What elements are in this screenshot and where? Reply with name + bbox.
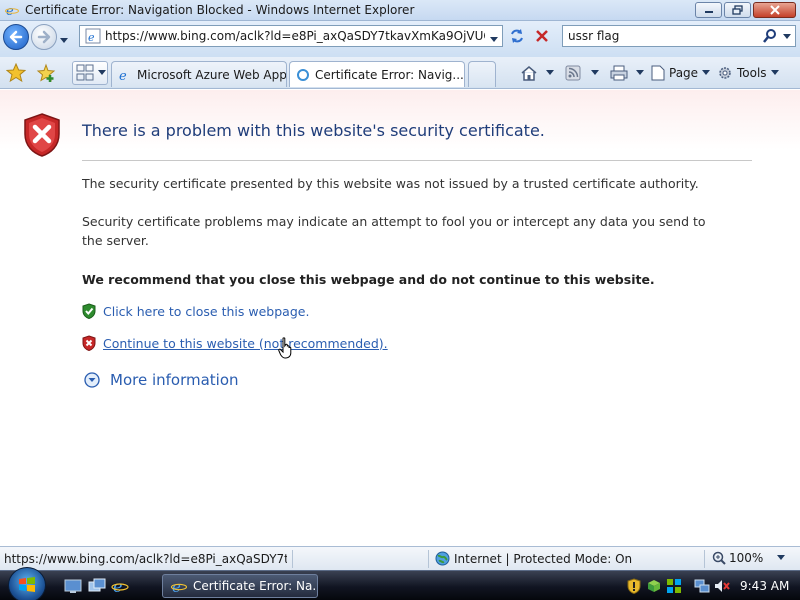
ie-page-icon: e [118,68,132,82]
tab-certificate-error[interactable]: Certificate Error: Navig... ✕ [289,61,465,87]
forward-button[interactable] [31,24,57,50]
home-dropdown-icon[interactable] [546,63,554,83]
svg-text:e: e [172,578,181,594]
title-bar: e Certificate Error: Navigation Blocked … [0,0,800,21]
page-title: There is a problem with this website's s… [82,121,545,140]
hand-cursor-icon [278,337,294,362]
stop-button[interactable] [531,26,553,46]
feeds-icon[interactable] [565,63,581,83]
restore-button[interactable] [724,2,751,18]
page-icon: e [85,28,101,44]
status-divider [292,550,293,568]
quick-tabs-button[interactable] [72,61,108,85]
switch-windows-icon[interactable] [88,578,106,594]
address-toolbar: e https://www.bing.com/aclk?ld=e8Pi_axQa… [0,21,800,57]
svg-text:e: e [88,31,95,44]
svg-text:e: e [113,578,122,594]
system-tray: 9:43 AM [626,571,800,600]
tab-toolbar: e Microsoft Azure Web App ... Certificat… [0,57,800,89]
search-field[interactable]: ussr flag [562,25,796,47]
svg-text:e: e [6,4,14,17]
divider [82,160,752,161]
print-icon[interactable] [610,63,628,83]
zoom-level: 100% [729,551,764,565]
globe-icon [435,551,450,566]
more-information-toggle[interactable]: More information [84,371,239,389]
page-content: There is a problem with this website's s… [0,90,800,546]
feeds-dropdown-icon[interactable] [591,63,599,83]
search-dropdown-icon[interactable] [783,29,791,43]
red-shield-icon [82,335,96,351]
search-icon[interactable] [757,29,783,43]
status-bar: https://www.bing.com/aclk?ld=e8Pi_axQaSD… [0,546,800,570]
green-shield-icon [82,303,96,319]
taskbar-ie-window[interactable]: e Certificate Error: Na... [162,574,318,598]
zoom-dropdown-icon[interactable] [777,555,786,561]
explanation-text: The security certificate presented by th… [82,176,699,191]
address-field[interactable]: e https://www.bing.com/aclk?ld=e8Pi_axQa… [79,25,503,47]
close-page-link[interactable]: Click here to close this webpage. [103,304,309,319]
windows-logo-icon [19,577,35,592]
taskbar: e e Certificate Error: Na... 9:43 AM [0,567,800,600]
refresh-button[interactable] [506,26,528,46]
ie-logo-icon: e [5,3,19,17]
address-url: https://www.bing.com/aclk?ld=e8Pi_axQaSD… [105,29,485,43]
zone-label: Internet | Protected Mode: On [454,551,633,566]
more-information-label: More information [110,371,239,389]
warning-text: Security certificate problems may indica… [82,214,706,248]
close-tab-icon[interactable]: ✕ [464,67,465,82]
expand-arrow-icon [84,372,100,388]
sidebar-icon[interactable] [646,578,662,594]
new-tab-button[interactable] [468,61,496,87]
close-page-option[interactable]: Click here to close this webpage. [82,303,309,319]
ie-quicklaunch-icon[interactable]: e [111,577,129,596]
print-dropdown-icon[interactable] [636,63,644,83]
page-menu-label: Page [669,66,699,80]
taskbar-window-label: Certificate Error: Na... [193,579,318,593]
ie-logo-icon: e [171,578,187,594]
tools-menu-label: Tools [737,66,767,80]
error-shield-icon [22,112,62,161]
status-divider [704,550,705,568]
chevron-down-icon [702,70,711,75]
recommendation-text: We recommend that you close this webpage… [82,272,655,287]
loading-icon [296,68,310,82]
chevron-down-icon [770,70,779,75]
back-button[interactable] [3,24,29,50]
favorites-center-icon[interactable] [5,62,27,86]
minimize-button[interactable] [695,2,722,18]
security-zone[interactable]: Internet | Protected Mode: On [435,551,632,566]
page-menu[interactable]: Page [651,63,711,83]
window-title: Certificate Error: Navigation Blocked - … [25,3,415,17]
search-input[interactable]: ussr flag [568,29,757,43]
continue-option[interactable]: Continue to this website (not recommende… [82,335,388,351]
add-favorites-icon[interactable] [36,63,56,86]
network-icon[interactable] [694,578,710,594]
security-alert-icon[interactable] [626,578,642,595]
tab-azure[interactable]: e Microsoft Azure Web App ... [111,61,287,87]
continue-link[interactable]: Continue to this website (not recommende… [103,336,388,351]
show-desktop-icon[interactable] [64,578,82,594]
status-divider [428,550,429,568]
home-icon[interactable] [520,63,538,83]
gear-icon [717,65,733,81]
status-url: https://www.bing.com/aclk?ld=e8Pi_axQaSD… [4,552,287,566]
volume-muted-icon[interactable] [714,578,730,594]
page-icon [651,65,665,81]
start-button[interactable] [8,567,46,600]
close-window-button[interactable] [753,2,796,18]
zoom-icon [712,551,726,565]
tab-label: Microsoft Azure Web App ... [137,67,287,82]
address-dropdown-icon[interactable] [490,32,498,46]
recent-pages-dropdown-icon[interactable] [60,33,68,47]
tab-label: Certificate Error: Navig... [315,67,464,82]
windows-flag-icon[interactable] [666,578,682,594]
tools-menu[interactable]: Tools [717,63,779,83]
clock[interactable]: 9:43 AM [740,579,789,593]
svg-text:e: e [119,69,127,82]
zoom-control[interactable]: 100% [712,551,786,565]
